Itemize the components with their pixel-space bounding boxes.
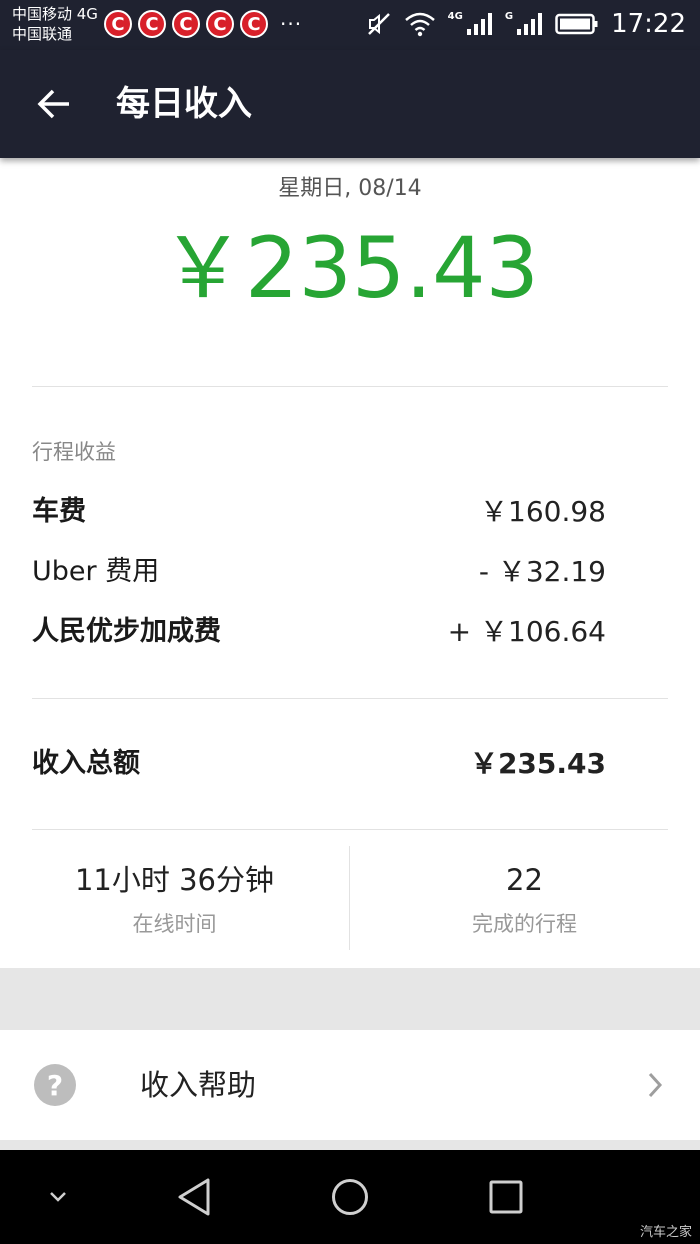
total-value: ￥235.43 (469, 747, 606, 780)
stat-caption: 在线时间 (132, 912, 217, 936)
square-recents-icon (489, 1180, 523, 1214)
system-icons: 4G G 17:22 (366, 8, 686, 40)
question-icon: ? (34, 1064, 76, 1106)
total-label: 收入总额 (32, 748, 140, 779)
earnings-row-surge: 人民优步加成费 + ￥106.64 (32, 612, 606, 652)
section-spacer (0, 968, 700, 1030)
section-spacer (0, 1140, 700, 1150)
signal-icon (517, 13, 543, 35)
divider (32, 829, 668, 830)
total-earnings-row: 收入总额 ￥235.43 (32, 744, 606, 784)
more-notifications-icon: ··· (280, 12, 303, 36)
page-title: 每日收入 (116, 84, 252, 124)
notification-c-icon: C (172, 10, 200, 38)
signal-icon (466, 13, 492, 35)
clock: 17:22 (611, 9, 686, 39)
nav-back-button[interactable] (164, 1172, 224, 1222)
navigation-bar: 汽车之家 (0, 1150, 700, 1244)
nav-home-button[interactable] (320, 1172, 380, 1222)
notification-c-icon: C (206, 10, 234, 38)
earnings-row-uber-fee: Uber 费用 - ￥32.19 (32, 552, 606, 592)
earnings-help-item[interactable]: ? 收入帮助 (0, 1030, 700, 1140)
arrow-left-icon (37, 89, 69, 119)
divider (32, 698, 668, 699)
network-4g-label: 4G (447, 10, 463, 22)
carrier-2: 中国联通 (12, 25, 73, 43)
earnings-row-fare: 车费 ￥160.98 (32, 492, 606, 532)
watermark: 汽车之家 (639, 1225, 692, 1240)
battery-icon (555, 13, 598, 35)
carrier-1: 中国移动 4G (12, 5, 98, 23)
notification-c-icon: C (240, 10, 268, 38)
mute-icon (367, 13, 390, 35)
daily-total-amount: ￥235.43 (161, 219, 539, 317)
stat-caption: 完成的行程 (472, 912, 577, 936)
stat-value: 22 (506, 863, 543, 897)
carrier-info: 中国移动 4G 中国联通 (12, 4, 98, 44)
row-value: - ￥32.19 (478, 555, 606, 588)
wifi-icon (404, 12, 435, 37)
stat-online-time: 11小时 36分钟 在线时间 (0, 846, 349, 950)
earnings-date: 星期日, 08/14 (278, 176, 422, 201)
notification-c-icon: C (104, 10, 132, 38)
notification-c-icon: C (138, 10, 166, 38)
row-label: Uber 费用 (32, 556, 160, 587)
stat-value: 11小时 36分钟 (74, 863, 275, 897)
circle-home-icon (332, 1179, 368, 1215)
triangle-back-icon (178, 1178, 210, 1216)
chevron-down-icon (50, 1192, 66, 1202)
app-bar: 每日收入 (0, 50, 700, 158)
row-value: + ￥106.64 (447, 615, 606, 648)
row-label: 人民优步加成费 (32, 616, 221, 647)
hide-navbar-button[interactable] (28, 1172, 88, 1222)
row-label: 车费 (32, 496, 86, 527)
section-label-trip-earnings: 行程收益 (32, 440, 116, 464)
divider (32, 386, 668, 387)
status-bar: 中国移动 4G 中国联通 C C C C C ··· 4G G 17:22 (0, 0, 700, 50)
chevron-right-icon (648, 1072, 663, 1098)
nav-recents-button[interactable] (476, 1172, 536, 1222)
back-button[interactable] (28, 80, 80, 128)
network-g-label: G (504, 10, 514, 22)
row-value: ￥160.98 (480, 495, 606, 528)
stat-completed-trips: 22 完成的行程 (350, 846, 699, 950)
notification-icons: C C C C C ··· (104, 10, 302, 38)
help-label: 收入帮助 (140, 1068, 257, 1102)
